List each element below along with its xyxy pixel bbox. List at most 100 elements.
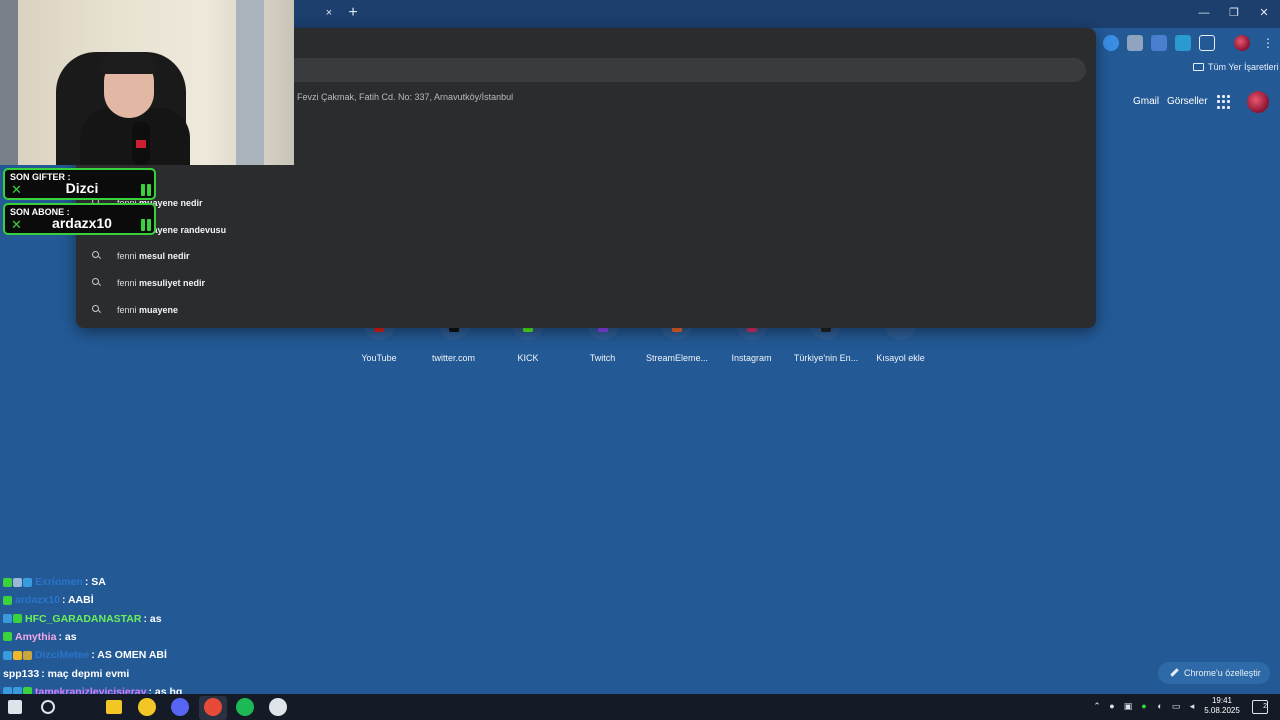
adblock-icon[interactable] — [1127, 35, 1143, 51]
customize-chrome-button[interactable]: Chrome'u özelleştir — [1158, 662, 1270, 684]
suggestion-prefix: fenni — [117, 305, 140, 315]
chat-badges — [3, 614, 22, 624]
chat-text: : maç depmi evmi — [41, 667, 130, 680]
chat-username: Amythia — [15, 630, 57, 643]
extension-icon[interactable] — [1175, 35, 1191, 51]
menu-icon[interactable]: ⋮ — [1260, 35, 1276, 51]
webcam-shelf — [0, 0, 18, 165]
webcam-overlay — [0, 0, 294, 165]
tray-chevron-icon[interactable]: ⌃ — [1091, 700, 1103, 712]
start-icon[interactable] — [8, 700, 22, 714]
chat-message: HFC_GARADANASTAR: as — [3, 611, 162, 627]
all-bookmarks[interactable]: Tüm Yer İşaretleri — [1193, 60, 1279, 74]
new-tab-button[interactable]: + — [345, 4, 361, 22]
subscriber-name: ardazx10 — [52, 215, 112, 231]
search-icon — [92, 251, 102, 261]
suggestion-text: fenni mesul nedir — [117, 251, 190, 261]
puzzle-icon[interactable] — [1199, 35, 1215, 51]
microphone-icon[interactable]: ● — [1106, 700, 1118, 712]
chat-text: : SA — [84, 576, 106, 588]
chat-text: : as — [58, 630, 77, 643]
clock-date: 5.08.2025 — [1204, 706, 1240, 715]
close-window-button[interactable]: ✕ — [1252, 4, 1276, 22]
obs-icon[interactable] — [269, 698, 287, 716]
chat-text: : AS OMEN ABİ — [91, 649, 167, 662]
webcam-door — [236, 0, 264, 165]
discord-icon[interactable] — [171, 698, 189, 716]
chat-username: Exriomen — [35, 576, 83, 588]
chat-message: DizciMetee: AS OMEN ABİ — [3, 647, 167, 663]
chrome-icon[interactable] — [138, 698, 156, 716]
chrome-active-icon[interactable] — [204, 698, 222, 716]
chat-text: : AABİ — [61, 594, 94, 607]
restore-button[interactable]: ❐ — [1222, 4, 1246, 22]
file-explorer-icon[interactable] — [106, 700, 122, 714]
chat-badges — [3, 650, 32, 660]
chat-text: : as — [143, 612, 162, 625]
bars-icon — [141, 184, 151, 196]
suggestion-item[interactable]: fenni mesuliyet nedir — [86, 270, 1086, 296]
chat-badge-icon — [3, 614, 12, 624]
apps-grid-icon[interactable] — [1217, 95, 1231, 109]
system-clock[interactable]: 19:41 5.08.2025 — [1198, 696, 1246, 716]
suggestion-prefix: fenni — [117, 278, 140, 288]
chat-username: HFC_GARADANASTAR — [25, 612, 142, 625]
search-icon — [92, 278, 102, 288]
x-logo-icon: ✕ — [11, 182, 22, 197]
profile-avatar[interactable] — [1234, 35, 1250, 51]
status-dot-icon[interactable]: ● — [1138, 700, 1150, 712]
display-icon[interactable]: ▭ — [1170, 700, 1182, 712]
minimize-button[interactable]: — — [1192, 4, 1216, 22]
tab-close-button[interactable]: × — [322, 6, 336, 20]
chat-message: Exriomen: SA — [3, 574, 106, 590]
chat-badge-icon — [23, 650, 32, 660]
shortcut-label: Türkiye'nin En... — [793, 353, 859, 363]
chat-badge-icon — [13, 614, 22, 624]
chat-username: spp133 — [3, 667, 40, 680]
suggestion-text: fenni muayene — [117, 305, 178, 315]
gmail-link[interactable]: Gmail — [1133, 92, 1159, 112]
webcam-mic-logo — [136, 140, 146, 148]
chat-badge-icon — [23, 577, 32, 587]
pencil-icon — [1170, 668, 1179, 677]
customize-label: Chrome'u özelleştir — [1184, 668, 1261, 678]
suggestion-item[interactable]: fenni muayene — [86, 297, 1086, 323]
last-gifter-alert: SON GIFTER : ✕ Dizci — [3, 168, 156, 200]
translate-icon[interactable] — [1151, 35, 1167, 51]
steam-icon[interactable]: ◐ — [1154, 700, 1166, 712]
webcam-streamer-cap — [100, 52, 156, 74]
chat-badges — [3, 632, 12, 642]
suggestion-item[interactable]: fenni muayene nedir — [86, 190, 1086, 216]
last-subscriber-alert: SON ABONE : ✕ ardazx10 — [3, 203, 156, 235]
suggestion-completion: muayene — [139, 305, 179, 315]
tray-app-icon[interactable]: ▣ — [1122, 700, 1134, 712]
suggestion-item[interactable]: fenni muayene randevusu — [86, 217, 1086, 243]
spotify-icon[interactable] — [236, 698, 254, 716]
shortcut-label: KICK — [517, 353, 539, 363]
chat-badges — [3, 595, 12, 605]
notification-center-icon[interactable]: 2 — [1252, 700, 1268, 714]
google-account-avatar[interactable] — [1247, 91, 1269, 113]
chat-message: spp133: maç depmi evmi — [3, 666, 129, 682]
x-logo-icon: ✕ — [11, 217, 22, 232]
chat-username: DizciMetee — [35, 649, 90, 662]
shortcut-label: Twitch — [589, 353, 616, 363]
shortcut-label: twitter.com — [431, 353, 475, 363]
folder-icon — [1193, 63, 1204, 71]
search-icon[interactable] — [41, 700, 55, 714]
chat-badge-icon — [3, 632, 12, 642]
shortcut-label: Instagram — [731, 353, 772, 363]
chat-username: ardazx10 — [15, 594, 60, 607]
images-link[interactable]: Görseller — [1167, 92, 1208, 112]
clock-time: 19:41 — [1211, 696, 1233, 705]
volume-icon[interactable]: ◂ — [1186, 700, 1198, 712]
extension-icon[interactable] — [1103, 35, 1119, 51]
chat-badge-icon — [13, 650, 22, 660]
suggestion-item[interactable]: fenni mesul nedir — [86, 243, 1086, 269]
suggestion-prefix: fenni — [117, 251, 140, 261]
all-bookmarks-label: Tüm Yer İşaretleri — [1208, 62, 1279, 72]
taskbar — [0, 694, 1280, 720]
bars-icon — [141, 219, 151, 231]
chat-badge-icon — [3, 650, 12, 660]
shortcut-label: YouTube — [361, 353, 397, 363]
